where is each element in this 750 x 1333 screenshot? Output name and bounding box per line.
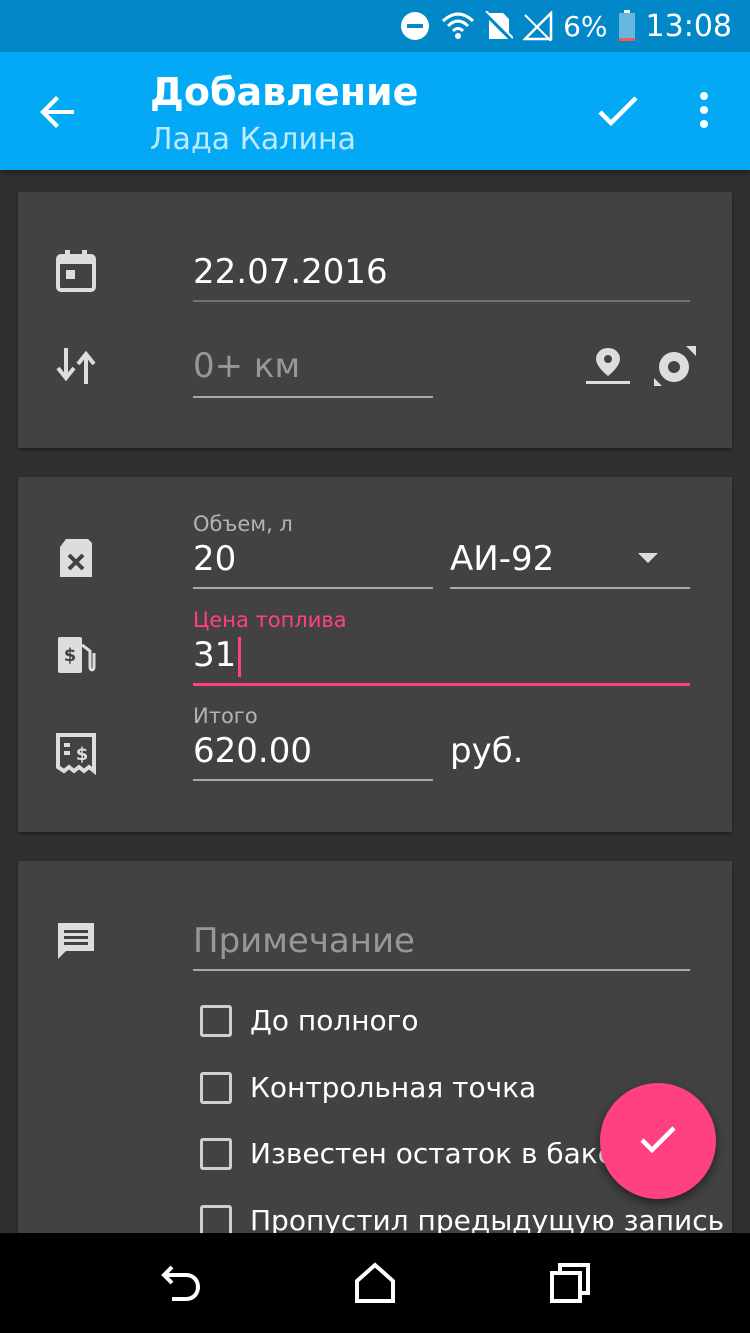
app-bar: Добавление Лада Калина — [0, 52, 750, 170]
volume-label: Объем, л — [193, 512, 293, 536]
back-arrow-icon[interactable] — [34, 88, 82, 136]
total-underline — [193, 779, 433, 781]
page-subtitle: Лада Калина — [150, 122, 356, 157]
battery-percent: 6% — [563, 9, 608, 43]
dropdown-arrow-icon[interactable] — [634, 543, 662, 571]
page-title: Добавление — [150, 70, 419, 114]
text-cursor — [238, 636, 242, 677]
do-not-disturb-icon — [399, 10, 431, 42]
checkbox-full-tank[interactable]: До полного — [200, 1004, 419, 1037]
battery-icon — [618, 10, 636, 42]
notes-card: Примечание До полного Контрольная точка … — [18, 861, 732, 1281]
save-fab-button[interactable] — [600, 1083, 716, 1199]
svg-text:$: $ — [64, 645, 77, 666]
volume-input[interactable]: 20 — [193, 539, 236, 579]
checkbox-box[interactable] — [200, 1137, 232, 1170]
fuel-card: Объем, л 20 АИ-92 $ Цена топлива 31 $ Ит… — [18, 477, 732, 832]
price-value: 31 — [193, 635, 237, 675]
checkbox-box[interactable] — [200, 1071, 232, 1104]
signal-icon — [523, 11, 553, 41]
odometer-underline — [193, 396, 433, 398]
price-underline — [193, 683, 690, 686]
status-bar: 6% 13:08 — [0, 0, 750, 52]
home-nav-icon[interactable] — [351, 1259, 399, 1307]
volume-underline — [193, 587, 433, 589]
back-nav-icon[interactable] — [158, 1259, 206, 1307]
comment-icon — [54, 919, 98, 963]
odometer-input[interactable]: 0+ км — [193, 346, 300, 386]
fuel-price-icon: $ — [54, 633, 98, 677]
fuel-type-select[interactable]: АИ-92 — [450, 539, 554, 579]
checkbox-box[interactable] — [200, 1004, 232, 1037]
total-label: Итого — [193, 704, 258, 728]
recents-nav-icon[interactable] — [546, 1259, 594, 1307]
calendar-icon — [54, 250, 98, 294]
price-label: Цена топлива — [193, 608, 347, 632]
system-nav-bar — [0, 1233, 750, 1333]
check-icon — [636, 1117, 680, 1165]
date-underline — [193, 300, 690, 302]
total-input[interactable]: 620.00 — [193, 731, 312, 771]
location-pin-icon[interactable] — [584, 344, 632, 388]
note-input[interactable]: Примечание — [193, 921, 415, 961]
wifi-icon — [441, 11, 475, 41]
trip-card: 22.07.2016 0+ км — [18, 192, 732, 448]
date-field[interactable]: 22.07.2016 — [193, 252, 388, 292]
no-sim-icon — [485, 11, 514, 41]
svg-text:$: $ — [76, 744, 89, 765]
fuel-type-underline — [450, 587, 690, 589]
checkbox-checkpoint[interactable]: Контрольная точка — [200, 1071, 536, 1104]
more-vert-icon[interactable] — [688, 86, 720, 134]
odometer-swap-icon — [54, 344, 98, 388]
checkbox-label: Контрольная точка — [250, 1071, 537, 1104]
fuel-canister-icon — [54, 535, 98, 579]
price-input[interactable]: 31 — [193, 635, 242, 677]
checkbox-box[interactable] — [200, 1204, 232, 1237]
clock: 13:08 — [645, 8, 732, 44]
checkbox-label: Известен остаток в баке — [250, 1137, 615, 1170]
check-icon[interactable] — [594, 86, 642, 134]
receipt-icon: $ — [54, 731, 98, 776]
checkbox-label: До полного — [250, 1004, 419, 1037]
currency-label: руб. — [450, 731, 524, 771]
gps-track-icon[interactable] — [652, 344, 700, 388]
checkbox-tank-remainder[interactable]: Известен остаток в баке — [200, 1137, 615, 1170]
note-underline — [193, 969, 690, 971]
